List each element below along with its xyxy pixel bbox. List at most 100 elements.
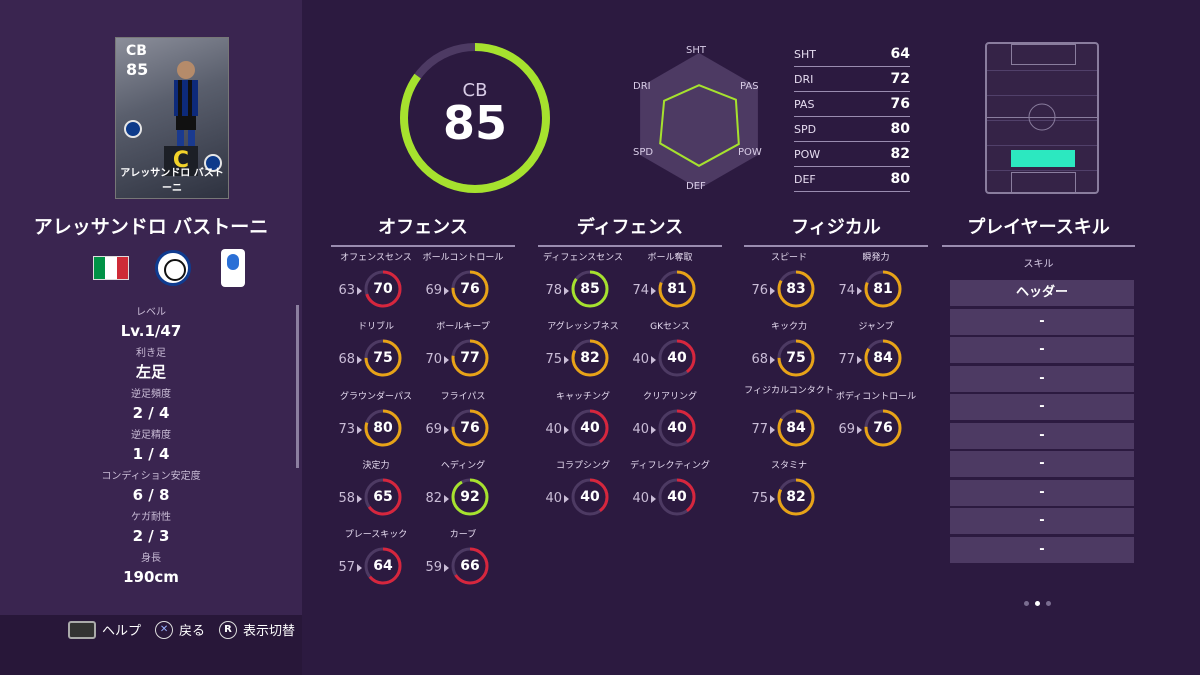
ability-name: キック力 [770, 322, 807, 332]
ability-base-value: 40 [632, 352, 649, 367]
skill-item[interactable]: - [950, 536, 1134, 563]
inter-club-logo-icon [155, 250, 191, 286]
ability-base-value: 73 [338, 422, 355, 437]
touchpad-button-icon[interactable] [68, 620, 96, 639]
arrow-right-icon [651, 495, 656, 503]
ability-base-value: 77 [751, 422, 768, 437]
ability-value: 76 [460, 281, 480, 297]
ability-value: 83 [786, 281, 806, 297]
ability-base-value: 75 [751, 491, 768, 506]
ability-name: ボールコントロール [422, 253, 504, 263]
card-rating: 85 [126, 60, 149, 79]
ability-value: 40 [667, 489, 687, 505]
skill-list: ヘッダー - - - - - - - - - [950, 280, 1134, 565]
skill-item[interactable]: ヘッダー [950, 280, 1134, 306]
skill-item[interactable]: - [950, 365, 1134, 392]
page-indicator [1024, 601, 1051, 606]
arrow-right-icon [564, 287, 569, 295]
ability-defense[interactable]: ボール奪取 74 81 [625, 253, 715, 321]
ability-value: 80 [373, 420, 393, 436]
arrow-right-icon [770, 495, 775, 503]
ability-name: ボディコントロール [835, 392, 917, 402]
ability-base-value: 68 [338, 352, 355, 367]
ability-defense[interactable]: ディフレクティング 40 40 [625, 461, 715, 529]
page-dot[interactable] [1024, 601, 1029, 606]
cross-button-icon[interactable]: ✕ [155, 620, 174, 639]
ability-defense[interactable]: コラプシング 40 40 [538, 461, 628, 529]
ability-offense[interactable]: プレースキック 57 64 [331, 530, 421, 598]
arrow-right-icon [444, 356, 449, 364]
ability-offense[interactable]: ドリブル 68 75 [331, 322, 421, 390]
arrow-right-icon [357, 426, 362, 434]
ability-defense[interactable]: ディフェンスセンス 78 85 [538, 253, 628, 321]
ability-value: 82 [580, 350, 600, 366]
ability-physical[interactable]: ボディコントロール 69 76 [831, 392, 921, 460]
arrow-right-icon [857, 356, 862, 364]
ability-base-value: 69 [425, 283, 442, 298]
page-dot[interactable] [1046, 601, 1051, 606]
toggle-view-label[interactable]: 表示切替 [243, 620, 295, 639]
ability-name: 瞬発力 [862, 253, 890, 263]
ability-value: 40 [580, 489, 600, 505]
ability-defense[interactable]: GKセンス 40 40 [625, 322, 715, 390]
serie-a-logo-icon [221, 249, 245, 287]
ability-value: 84 [786, 420, 806, 436]
ability-offense[interactable]: 決定力 58 65 [331, 461, 421, 529]
ability-base-value: 63 [338, 283, 355, 298]
info-scrollbar[interactable] [296, 305, 299, 468]
back-label[interactable]: 戻る [179, 620, 205, 639]
ability-physical[interactable]: フィジカルコンタクト 77 84 [744, 386, 834, 460]
arrow-right-icon [770, 356, 775, 364]
ability-defense[interactable]: クリアリング 40 40 [625, 392, 715, 460]
stat-row-dri: DRI 72 [794, 67, 910, 92]
skill-item[interactable]: - [950, 508, 1134, 534]
ability-offense[interactable]: ボールキープ 70 77 [418, 322, 508, 390]
ability-physical[interactable]: スピード 76 83 [744, 253, 834, 321]
ability-defense[interactable]: アグレッシブネス 75 82 [538, 322, 628, 390]
radar-label-sht: SHT [686, 45, 706, 56]
ability-offense[interactable]: オフェンスセンス 63 70 [331, 253, 421, 321]
skill-item[interactable]: - [950, 308, 1134, 335]
skill-item[interactable]: - [950, 422, 1134, 449]
ability-base-value: 70 [425, 352, 442, 367]
ability-base-value: 59 [425, 560, 442, 575]
stat-row-spd: SPD 80 [794, 117, 910, 142]
ability-offense[interactable]: グラウンダーパス 73 80 [331, 392, 421, 460]
ability-offense[interactable]: カーブ 59 66 [418, 530, 508, 598]
arrow-right-icon [357, 564, 362, 572]
arrow-right-icon [357, 495, 362, 503]
arrow-right-icon [770, 426, 775, 434]
ability-base-value: 74 [632, 283, 649, 298]
ability-base-value: 82 [425, 491, 442, 506]
ability-defense[interactable]: キャッチング 40 40 [538, 392, 628, 460]
ability-value: 85 [580, 281, 600, 297]
skill-item[interactable]: - [950, 451, 1134, 477]
arrow-right-icon [357, 356, 362, 364]
defense-header: ディフェンス [538, 213, 722, 247]
arrow-right-icon [651, 426, 656, 434]
ability-offense[interactable]: ボールコントロール 69 76 [418, 253, 508, 321]
ability-name: プレースキック [344, 530, 408, 540]
info-level: レベル Lv.1/47 [120, 307, 182, 340]
skill-item[interactable]: - [950, 479, 1134, 506]
ability-base-value: 40 [632, 491, 649, 506]
ability-base-value: 75 [545, 352, 562, 367]
skills-subheader: スキル [1023, 259, 1054, 270]
ability-physical[interactable]: キック力 68 75 [744, 322, 834, 390]
ability-name: オフェンスセンス [340, 253, 412, 263]
ability-physical[interactable]: スタミナ 75 82 [744, 461, 834, 529]
ability-base-value: 40 [632, 422, 649, 437]
page-dot-active[interactable] [1035, 601, 1040, 606]
ability-physical[interactable]: ジャンプ 77 84 [831, 322, 921, 390]
physical-header: フィジカル [744, 213, 928, 247]
ability-physical[interactable]: 瞬発力 74 81 [831, 253, 921, 321]
r-button-icon[interactable]: R [219, 620, 238, 639]
skill-item[interactable]: - [950, 394, 1134, 420]
player-name: アレッサンドロ バストーニ [33, 216, 269, 238]
ability-name: 決定力 [362, 461, 390, 471]
ability-offense[interactable]: フライパス 69 76 [418, 392, 508, 460]
skill-item[interactable]: - [950, 337, 1134, 363]
arrow-right-icon [651, 356, 656, 364]
ability-offense[interactable]: ヘディング 82 92 [418, 461, 508, 529]
help-label[interactable]: ヘルプ [102, 620, 141, 639]
